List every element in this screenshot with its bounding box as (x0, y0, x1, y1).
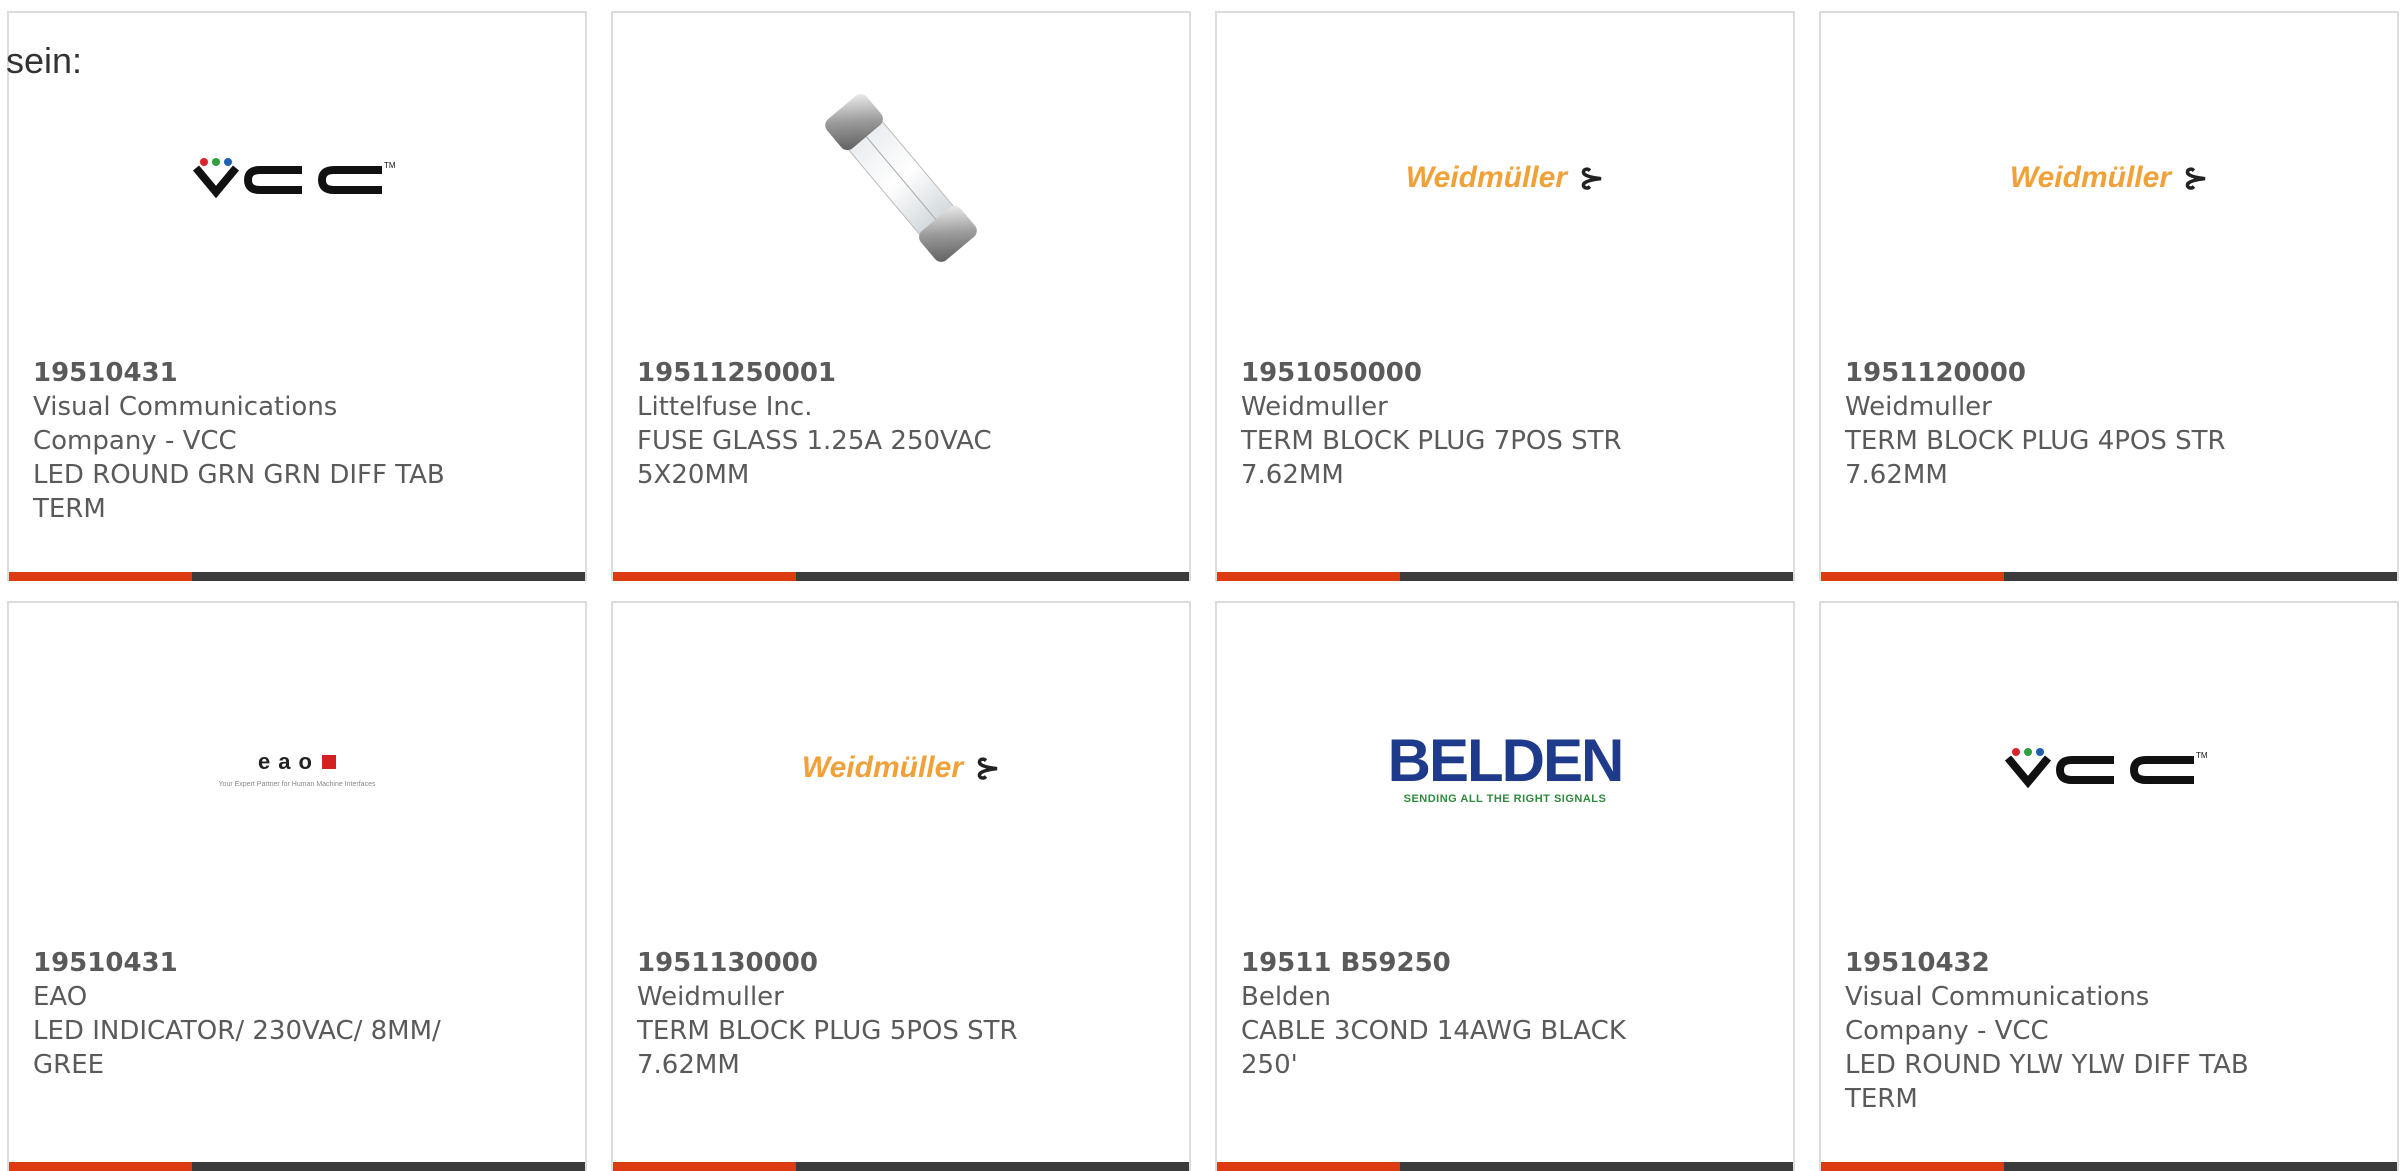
part-number[interactable]: 1951130000 (637, 946, 1067, 980)
description: TERM BLOCK PLUG 4POS STR 7.62MM (1845, 426, 2226, 490)
product-card[interactable]: Weidmüller ⊱ 1951130000 Weidmuller TERM … (611, 601, 1191, 1171)
weidmuller-logo-text: Weidmüller (801, 751, 963, 784)
weidmuller-logo: Weidmüller ⊱ (2010, 161, 2208, 196)
product-card[interactable]: Weidmüller ⊱ 1951050000 Weidmuller TERM … (1215, 11, 1795, 581)
part-number[interactable]: 19510431 (33, 356, 463, 390)
glass-fuse-image (825, 94, 977, 262)
weidmuller-mark-icon: ⊱ (975, 751, 1001, 785)
product-info: 1951050000 Weidmuller TERM BLOCK PLUG 7P… (1241, 356, 1671, 492)
product-card[interactable]: eao Your Expert Partner for Human Machin… (7, 601, 587, 1171)
product-info: 19511 B59250 Belden CABLE 3COND 14AWG BL… (1241, 946, 1671, 1082)
svg-text:TM: TM (2196, 751, 2208, 760)
part-number[interactable]: 1951050000 (1241, 356, 1671, 390)
manufacturer: Visual Communications Company - VCC (33, 392, 338, 456)
eao-logo: eao Your Expert Partner for Human Machin… (219, 749, 376, 788)
product-image[interactable]: Weidmüller ⊱ (1217, 13, 1793, 343)
vcc-logo: TM (192, 158, 396, 199)
product-image[interactable]: BELDEN SENDING ALL THE RIGHT SIGNALS (1217, 603, 1793, 933)
description: TERM BLOCK PLUG 5POS STR 7.62MM (637, 1016, 1018, 1080)
product-card[interactable]: BELDEN SENDING ALL THE RIGHT SIGNALS 195… (1215, 601, 1795, 1171)
manufacturer: Weidmuller (1845, 392, 1992, 422)
belden-logo-text: BELDEN (1387, 727, 1625, 794)
manufacturer: Weidmuller (1241, 392, 1388, 422)
manufacturer: Littelfuse Inc. (637, 392, 813, 422)
card-accent-bar (1821, 572, 2004, 581)
manufacturer: Weidmuller (637, 982, 784, 1012)
description: LED INDICATOR/ 230VAC/ 8MM/ GREE (33, 1016, 441, 1080)
weidmuller-mark-icon: ⊱ (2183, 161, 2209, 195)
eao-logo-text: eao (258, 748, 320, 774)
weidmuller-logo-text: Weidmüller (1405, 161, 1567, 194)
product-image[interactable]: eao Your Expert Partner for Human Machin… (9, 603, 585, 933)
product-image[interactable]: Weidmüller ⊱ (1821, 13, 2397, 343)
manufacturer: Visual Communications Company - VCC (1845, 982, 2150, 1046)
manufacturer: Belden (1241, 982, 1332, 1012)
product-card[interactable]: TM 19510431 Visual Communications Compan… (7, 11, 587, 581)
product-card[interactable]: Weidmüller ⊱ 1951120000 Weidmuller TERM … (1819, 11, 2399, 581)
product-info: 19511250001 Littelfuse Inc. FUSE GLASS 1… (637, 356, 1067, 492)
belden-logo: BELDEN SENDING ALL THE RIGHT SIGNALS (1387, 727, 1625, 806)
product-image[interactable] (613, 13, 1189, 343)
description: FUSE GLASS 1.25A 250VAC 5X20MM (637, 426, 992, 490)
product-image[interactable]: TM (9, 13, 585, 343)
description: TERM BLOCK PLUG 7POS STR 7.62MM (1241, 426, 1622, 490)
card-accent-bar (9, 572, 192, 581)
card-accent-bar (613, 572, 796, 581)
card-footer-bar (613, 572, 1189, 581)
weidmuller-logo: Weidmüller ⊱ (802, 751, 1000, 786)
svg-text:TM: TM (384, 161, 396, 170)
description: CABLE 3COND 14AWG BLACK 250' (1241, 1016, 1626, 1080)
card-footer-bar (9, 572, 585, 581)
weidmuller-logo: Weidmüller ⊱ (1406, 161, 1604, 196)
part-number[interactable]: 19510432 (1845, 946, 2275, 980)
part-number[interactable]: 19511250001 (637, 356, 1067, 390)
card-accent-bar (1217, 572, 1400, 581)
product-image[interactable]: Weidmüller ⊱ (613, 603, 1189, 933)
product-card[interactable]: 19511250001 Littelfuse Inc. FUSE GLASS 1… (611, 11, 1191, 581)
product-card[interactable]: TM 19510432 Visual Communications Compan… (1819, 601, 2399, 1171)
description: LED ROUND YLW YLW DIFF TAB TERM (1845, 1050, 2249, 1114)
weidmuller-mark-icon: ⊱ (1579, 161, 1605, 195)
product-info: 1951120000 Weidmuller TERM BLOCK PLUG 4P… (1845, 356, 2275, 492)
part-number[interactable]: 1951120000 (1845, 356, 2275, 390)
part-number[interactable]: 19511 B59250 (1241, 946, 1671, 980)
eao-square-icon (321, 754, 336, 769)
product-info: 19510432 Visual Communications Company -… (1845, 946, 2275, 1116)
eao-tagline: Your Expert Partner for Human Machine In… (218, 780, 376, 788)
card-footer-bar (1821, 572, 2397, 581)
product-info: 19510431 Visual Communications Company -… (33, 356, 463, 526)
belden-tagline: SENDING ALL THE RIGHT SIGNALS (1403, 793, 1607, 805)
weidmuller-logo-text: Weidmüller (2009, 161, 2171, 194)
product-info: 19510431 EAO LED INDICATOR/ 230VAC/ 8MM/… (33, 946, 463, 1082)
description: LED ROUND GRN GRN DIFF TAB TERM (33, 460, 445, 524)
manufacturer: EAO (33, 982, 88, 1012)
part-number[interactable]: 19510431 (33, 946, 463, 980)
card-footer-bar (1217, 572, 1793, 581)
product-info: 1951130000 Weidmuller TERM BLOCK PLUG 5P… (637, 946, 1067, 1082)
intro-text: sein: (6, 40, 83, 81)
product-image[interactable]: TM (1821, 603, 2397, 933)
vcc-logo: TM (2004, 748, 2208, 789)
